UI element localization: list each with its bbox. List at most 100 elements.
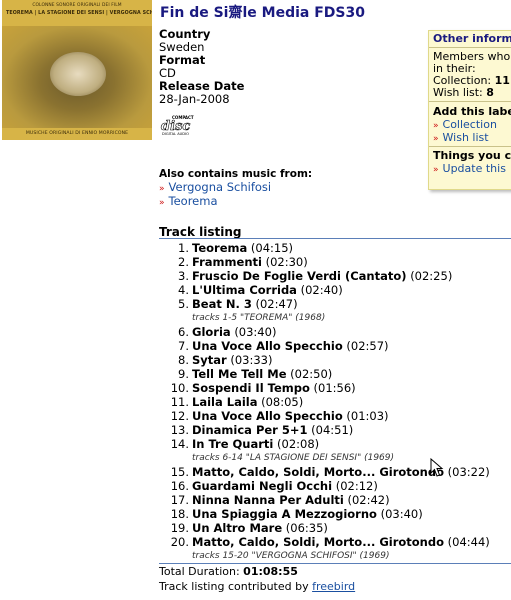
track-number: 2. [178, 255, 189, 269]
track-row: 11. Laila Laila (08:05) [159, 395, 511, 409]
format-label: Format [159, 53, 206, 67]
track-number: 3. [178, 269, 189, 283]
track-title: Matto, Caldo, Soldi, Morto... Girotondo [192, 465, 444, 479]
cover-table-shape [50, 52, 106, 96]
track-number: 4. [178, 283, 189, 297]
track-row: 20. Matto, Caldo, Soldi, Morto... Giroton… [159, 535, 511, 549]
track-title: Gloria [192, 325, 231, 339]
sidebar-divider [429, 47, 511, 48]
track-row: 14. In Tre Quarti (02:08) [159, 437, 511, 451]
collection-count-value: 11 [494, 74, 510, 87]
wishlist-count-line: Wish list: 8 [433, 86, 494, 99]
track-duration: (02:08) [277, 437, 320, 451]
add-to-collection-text[interactable]: Collection [443, 118, 497, 131]
disc-logo-line3: DIGITAL AUDIO [162, 132, 189, 136]
bullet-arrow-icon: » [159, 184, 165, 194]
track-title: Dinamica Per 5+1 [192, 423, 308, 437]
track-duration: (03:40) [380, 507, 423, 521]
track-title: Sospendi Il Tempo [192, 381, 310, 395]
track-group-note: tracks 15-20 "VERGOGNA SCHIFOSI" (1969) [192, 551, 390, 561]
compact-disc-logo: COMPACT disc DIGITAL AUDIO [161, 115, 194, 136]
bullet-arrow-icon: » [433, 134, 439, 144]
track-duration: (02:57) [346, 339, 389, 353]
track-number: 10. [170, 381, 189, 395]
track-duration: (02:50) [290, 367, 333, 381]
track-duration: (02:12) [335, 479, 378, 493]
track-duration: (03:40) [234, 325, 277, 339]
sidebar-divider [429, 146, 511, 147]
total-duration: Total Duration: 01:08:55 [159, 565, 298, 578]
track-row: 18. Una Spiaggia A Mezzogiorno (03:40) [159, 507, 511, 521]
track-title: Guardami Negli Occhi [192, 479, 333, 493]
country-value: Sweden [159, 40, 205, 54]
track-row: 1. Teorema (04:15) [159, 241, 511, 255]
track-duration: (01:03) [346, 409, 389, 423]
contributor-link[interactable]: freebird [312, 580, 355, 593]
track-title: Una Spiaggia A Mezzogiorno [192, 507, 377, 521]
track-title: Beat N. 3 [192, 297, 252, 311]
wishlist-count-label: Wish list: [433, 86, 483, 99]
track-number: 11. [170, 395, 189, 409]
track-title: Laila Laila [192, 395, 258, 409]
track-listing-heading: Track listing [159, 225, 242, 239]
update-this-text[interactable]: Update this [443, 162, 506, 175]
release-date-label: Release Date [159, 79, 245, 93]
track-title: Una Voce Allo Specchio [192, 339, 343, 353]
track-row: 16. Guardami Negli Occhi (02:12) [159, 479, 511, 493]
things-you-can-heading: Things you c [433, 149, 511, 162]
track-duration: (06:35) [285, 521, 328, 535]
track-title: In Tre Quarti [192, 437, 274, 451]
track-number: 16. [170, 479, 189, 493]
track-duration: (02:25) [410, 269, 453, 283]
add-to-collection-link[interactable]: » Collection [433, 118, 497, 131]
total-duration-label: Total Duration: [159, 565, 240, 578]
track-row: 15. Matto, Caldo, Soldi, Morto... Giroton… [159, 465, 511, 479]
track-list: 1. Teorema (04:15) 2. Frammenti (02:30) 3.… [159, 241, 511, 563]
track-duration: (04:44) [447, 535, 490, 549]
track-duration: (04:51) [311, 423, 354, 437]
bullet-arrow-icon: » [433, 121, 439, 131]
track-duration: (03:33) [230, 353, 273, 367]
track-number: 8. [178, 353, 189, 367]
track-title: Sytar [192, 353, 227, 367]
also-link-text[interactable]: Vergogna Schifosi [169, 180, 272, 194]
track-row: 9. Tell Me Tell Me (02:50) [159, 367, 511, 381]
track-number: 7. [178, 339, 189, 353]
track-title: Un Altro Mare [192, 521, 283, 535]
cover-text-line2: TEOREMA | LA STAGIONE DEI SENSI | VERGOG… [6, 11, 152, 16]
release-date-value: 28-Jan-2008 [159, 92, 230, 106]
track-row: 10. Sospendi Il Tempo (01:56) [159, 381, 511, 395]
track-duration: (01:56) [313, 381, 356, 395]
update-this-link[interactable]: » Update this [433, 162, 506, 175]
bullet-arrow-icon: » [433, 165, 439, 175]
other-information-heading: Other inform [433, 32, 511, 45]
track-title: L'Ultima Corrida [192, 283, 297, 297]
track-duration: (03:22) [447, 465, 490, 479]
track-row: 2. Frammenti (02:30) [159, 255, 511, 269]
album-cover: COLONNE SONORE ORIGINALI DEI FILM TEOREM… [2, 0, 152, 140]
also-link-teorema[interactable]: » Teorema [159, 194, 218, 208]
bullet-arrow-icon: » [159, 198, 165, 208]
track-row: 17. Ninna Nanna Per Adulti (02:42) [159, 493, 511, 507]
track-group-note: tracks 1-5 "TEOREMA" (1968) [192, 313, 326, 323]
track-number: 15. [170, 465, 189, 479]
track-number: 20. [170, 535, 189, 549]
sidebar-divider [429, 101, 511, 102]
track-group-note: tracks 6-14 "LA STAGIONE DEI SENSI" (196… [192, 453, 395, 463]
track-duration: (04:15) [250, 241, 294, 255]
add-to-wishlist-text[interactable]: Wish list [443, 131, 489, 144]
mouse-cursor-icon [430, 458, 444, 477]
also-link-text[interactable]: Teorema [169, 194, 218, 208]
add-to-wishlist-link[interactable]: » Wish list [433, 131, 489, 144]
track-listing-bottom-divider [159, 563, 511, 564]
page-title: Fin de Si齋le Media FDS30 [160, 5, 365, 21]
track-duration: (02:40) [300, 283, 343, 297]
track-row: 5. Beat N. 3 (02:47) [159, 297, 511, 311]
track-row: 4. L'Ultima Corrida (02:40) [159, 283, 511, 297]
track-number: 12. [170, 409, 189, 423]
track-number: 18. [170, 507, 189, 521]
track-row: 13. Dinamica Per 5+1 (04:51) [159, 423, 511, 437]
also-link-vergogna[interactable]: » Vergogna Schifosi [159, 180, 271, 194]
track-number: 9. [178, 367, 189, 381]
track-number: 17. [170, 493, 189, 507]
